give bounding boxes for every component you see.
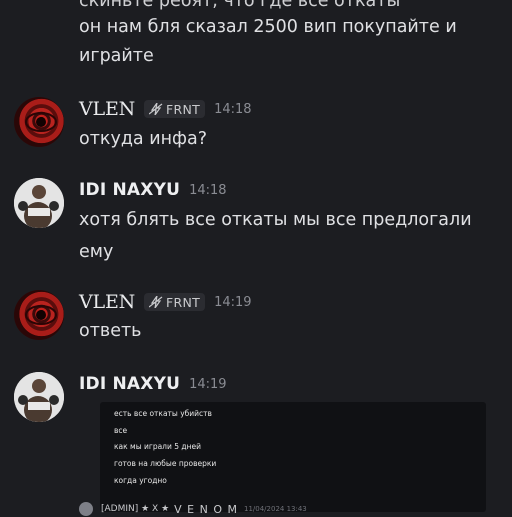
message-text: ему xyxy=(79,242,114,262)
image-attachment[interactable]: есть все откаты убийств все как мы играл… xyxy=(100,402,486,512)
author-name[interactable]: IDI NAXYU xyxy=(79,180,180,200)
clan-tag[interactable]: FRNT xyxy=(144,293,206,311)
clan-tag[interactable]: FRNT xyxy=(144,100,206,118)
message-text: он нам бля сказал 2500 вип покупайте и xyxy=(79,17,457,37)
reply-avatar xyxy=(79,502,93,516)
avatar[interactable] xyxy=(14,178,64,228)
attachment-text: когда угодно xyxy=(114,476,167,485)
avatar[interactable] xyxy=(14,372,64,422)
avatar-image xyxy=(14,372,64,422)
message-header: VLEN FRNT 14:18 xyxy=(79,97,252,121)
clan-tag-label: FRNT xyxy=(166,101,201,117)
avatar[interactable] xyxy=(14,97,64,147)
chat-log: скиньте ребят, что где все откаты он нам… xyxy=(0,0,512,516)
message-header: IDI NAXYU 14:19 xyxy=(79,372,227,396)
message-text: хотя блять все откаты мы все предлогали xyxy=(79,210,472,230)
lightning-slash-icon xyxy=(149,296,163,308)
author-name[interactable]: VLEN xyxy=(79,291,135,313)
author-name[interactable]: VLEN xyxy=(79,98,135,120)
reply-preview[interactable]: [ADMIN] ★ X ★ V E N O M 11/04/2024 13:43 xyxy=(79,501,307,517)
avatar-image xyxy=(25,112,57,132)
avatar-image xyxy=(14,178,64,228)
attachment-text: как мы играли 5 дней xyxy=(114,442,201,451)
message-text-cut: скиньте ребят, что где все откаты xyxy=(79,0,401,11)
avatar-image xyxy=(25,305,57,325)
clan-tag-label: FRNT xyxy=(166,294,201,310)
message-text: откуда инфа? xyxy=(79,129,208,149)
message-timestamp: 14:18 xyxy=(214,101,252,117)
lightning-slash-icon xyxy=(149,103,163,115)
avatar[interactable] xyxy=(14,290,64,340)
message-text: играйте xyxy=(79,46,154,66)
message-timestamp: 14:18 xyxy=(189,182,227,198)
attachment-text: все xyxy=(114,426,128,435)
message-text: ответь xyxy=(79,321,142,341)
message-header: IDI NAXYU 14:18 xyxy=(79,178,227,202)
message-timestamp: 14:19 xyxy=(214,294,252,310)
attachment-text: готов на любые проверки xyxy=(114,459,217,468)
author-name[interactable]: IDI NAXYU xyxy=(79,374,180,394)
reply-author-nick: V E N O M xyxy=(174,502,238,516)
attachment-text: есть все откаты убийств xyxy=(114,409,212,418)
reply-author: [ADMIN] ★ X ★ xyxy=(101,504,170,514)
message-timestamp: 14:19 xyxy=(189,376,227,392)
message-header: VLEN FRNT 14:19 xyxy=(79,290,252,314)
